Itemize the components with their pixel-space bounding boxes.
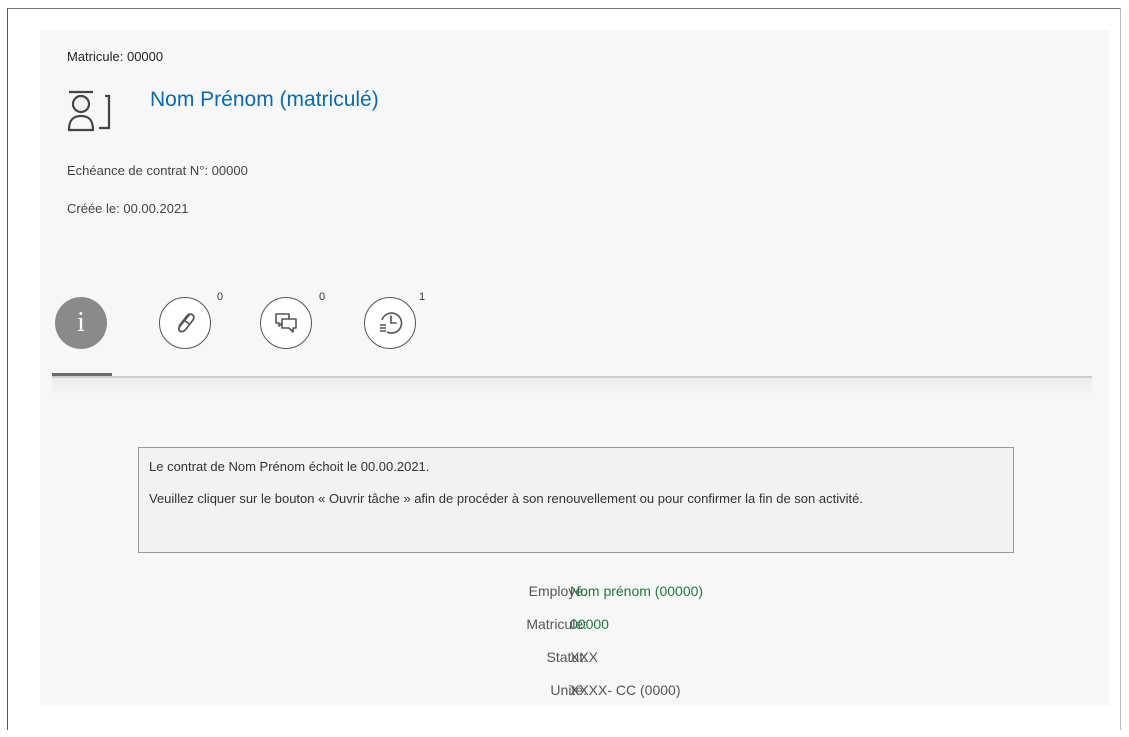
tab-comments[interactable] (260, 297, 312, 349)
tab-info[interactable]: i (55, 297, 107, 349)
info-icon: i (77, 307, 85, 338)
header-matricule: Matricule: 00000 (67, 49, 164, 64)
message-line-1: Le contrat de Nom Prénom échoit le 00.00… (149, 459, 430, 474)
user-icon (67, 90, 111, 132)
tab-bar: i 0 0 1 (55, 291, 1095, 377)
page-title: Nom Prénom (matriculé) (150, 88, 379, 111)
history-icon (380, 312, 403, 334)
echeance-line: Echéance de contrat N°: 00000 (67, 163, 248, 178)
creee-line: Créée le: 00.00.2021 (67, 201, 189, 216)
attachments-count: 0 (217, 291, 224, 303)
paperclip-icon (178, 313, 195, 333)
detail-value: Nom prénom (00000) (570, 583, 704, 599)
tab-history[interactable] (364, 297, 416, 349)
detail-value: 00000 (570, 616, 609, 632)
detail-value: XXX (570, 649, 599, 665)
divider-shadow (52, 378, 1092, 396)
comments-icon (275, 313, 297, 333)
message-line-2: Veuillez cliquer sur le bouton « Ouvrir … (149, 491, 863, 506)
comments-count: 0 (319, 291, 326, 303)
history-count: 1 (419, 291, 426, 303)
detail-value: XXXX- CC (0000) (570, 682, 681, 698)
tab-attachments[interactable] (159, 297, 211, 349)
message-box: Le contrat de Nom Prénom échoit le 00.00… (138, 447, 1014, 553)
